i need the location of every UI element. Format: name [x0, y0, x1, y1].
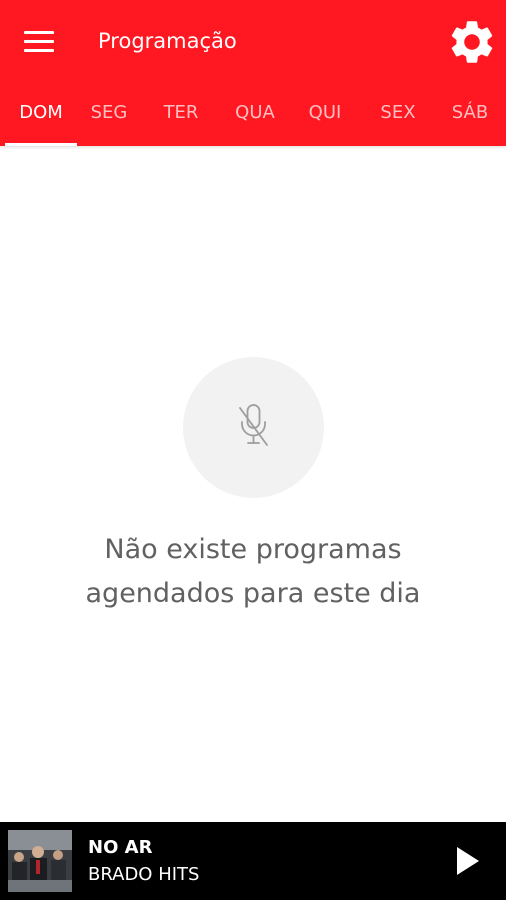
- tab-sab[interactable]: SÁB: [434, 84, 506, 146]
- play-icon: [457, 847, 479, 875]
- tab-label: TER: [163, 102, 199, 123]
- menu-icon-bar: [24, 49, 54, 52]
- menu-icon-bar: [24, 31, 54, 34]
- mic-off-icon: [239, 404, 268, 446]
- page-title: Programação: [98, 29, 237, 53]
- empty-state-line-1: Não existe programas: [104, 534, 402, 565]
- tab-label: QUI: [308, 102, 342, 123]
- player-station-name: BRADO HITS: [88, 864, 200, 885]
- tab-seg[interactable]: SEG: [73, 84, 145, 146]
- tab-dom[interactable]: DOM: [5, 84, 77, 146]
- tab-label: DOM: [19, 102, 63, 123]
- menu-button[interactable]: [16, 22, 62, 62]
- tab-label: QUA: [235, 102, 275, 123]
- empty-state-message: Não existe programas agendados para este…: [40, 528, 466, 616]
- tab-active-indicator: [5, 143, 77, 146]
- app-screen: Programação DOM SEG TER QUA QUI SEX SÁB …: [0, 0, 506, 900]
- day-tabs: DOM SEG TER QUA QUI SEX SÁB: [0, 84, 506, 146]
- player-status-label: NO AR: [88, 837, 153, 858]
- menu-icon-bar: [24, 40, 54, 43]
- app-bar: Programação DOM SEG TER QUA QUI SEX SÁB: [0, 0, 506, 146]
- toolbar: Programação: [0, 0, 506, 84]
- tab-sex[interactable]: SEX: [362, 84, 434, 146]
- play-button[interactable]: [446, 840, 488, 882]
- tab-qui[interactable]: QUI: [289, 84, 361, 146]
- station-thumbnail: [8, 830, 72, 892]
- tab-label: SEG: [90, 102, 128, 123]
- tab-ter[interactable]: TER: [145, 84, 217, 146]
- empty-state-line-2: agendados para este dia: [85, 578, 421, 609]
- tab-label: SEX: [380, 102, 416, 123]
- tab-qua[interactable]: QUA: [219, 84, 291, 146]
- empty-state-icon-circle: [183, 357, 324, 498]
- tab-label: SÁB: [451, 102, 489, 123]
- settings-button[interactable]: [446, 16, 498, 68]
- station-thumbnail-image: [8, 830, 72, 892]
- gear-icon: [451, 21, 493, 63]
- mini-player[interactable]: NO AR BRADO HITS: [0, 822, 506, 900]
